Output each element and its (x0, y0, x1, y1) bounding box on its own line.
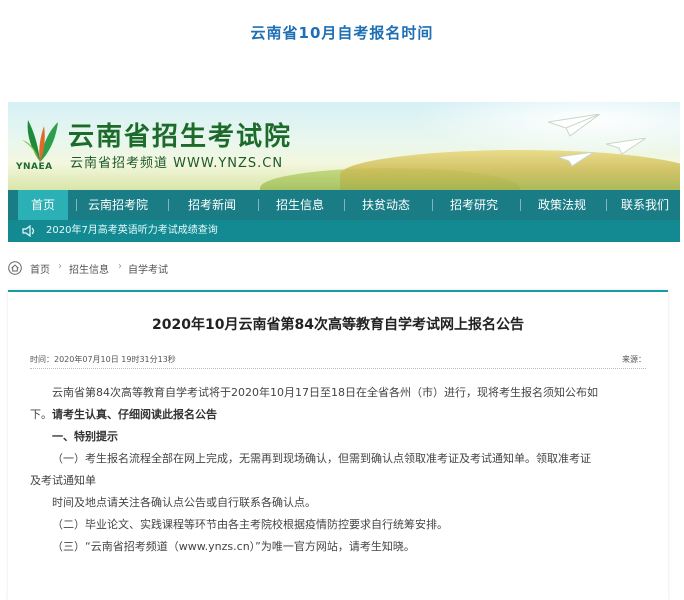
post-body: 云南省第84次高等教育自学考试将于2020年10月17日至18日在全省各州（市）… (30, 382, 640, 558)
breadcrumb-home[interactable]: 首页 (30, 261, 50, 276)
site-screenshot: YNAEA 云南省招生考试院 云南省招考频道 WWW.YNZS.CN 首页 云南… (8, 102, 680, 600)
article-title: 云南省10月自考报名时间 (250, 24, 434, 42)
paragraph-intro-cont: 下。请考生认真、仔细阅读此报名公告 (30, 404, 640, 426)
item-1: （一）考生报名流程全部在网上完成，无需再到现场确认，但需到确认点领取准考证及考试… (52, 452, 591, 465)
nav-item-news[interactable]: 招考新闻 (176, 190, 248, 220)
paragraph-intro: 云南省第84次高等教育自学考试将于2020年10月17日至18日在全省各州（市）… (52, 386, 598, 399)
home-icon (8, 261, 22, 275)
notice-bar: 2020年7月高考英语听力考试成绩查询 (8, 220, 680, 242)
item-1-detail: 时间及地点请关注各确认点公告或自行联系各确认点。 (52, 496, 316, 509)
section-heading: 一、特别提示 (52, 430, 118, 443)
main-nav: 首页 云南招考院 招考新闻 招生信息 扶贫动态 招考研究 政策法规 联系我们 (8, 190, 680, 220)
post-source: 来源： (622, 355, 646, 364)
item-3: （三）“云南省招考频道（www.ynzs.cn）”为唯一官方网站，请考生知晓。 (52, 540, 415, 553)
nav-item-contact[interactable]: 联系我们 (612, 190, 678, 220)
post-time: 时间：2020年07月10日 19时31分13秒 (30, 355, 176, 364)
paper-plane-icon (558, 152, 594, 167)
item-1-cont: 及考试通知单 (30, 474, 96, 487)
site-subtitle: 云南省招考频道 WWW.YNZS.CN (70, 156, 284, 171)
speaker-icon (22, 225, 35, 237)
nav-item-research[interactable]: 招考研究 (438, 190, 510, 220)
breadcrumb: 首页 › 招生信息 › 自学考试 (8, 260, 308, 276)
breadcrumb-admission-info[interactable]: 招生信息 (69, 261, 109, 276)
nav-item-home[interactable]: 首页 (18, 190, 68, 220)
intro-emphasis: 请考生认真、仔细阅读此报名公告 (52, 408, 217, 421)
paper-plane-icon (606, 138, 646, 155)
nav-item-institute[interactable]: 云南招考院 (80, 190, 156, 220)
breadcrumb-self-study-exam[interactable]: 自学考试 (128, 261, 168, 276)
logo-caption: YNAEA (16, 162, 53, 172)
paper-plane-icon (548, 114, 600, 137)
site-banner: YNAEA 云南省招生考试院 云南省招考频道 WWW.YNZS.CN (8, 102, 680, 190)
nav-item-admission-info[interactable]: 招生信息 (264, 190, 336, 220)
nav-item-poverty-alleviation[interactable]: 扶贫动态 (350, 190, 422, 220)
notice-link[interactable]: 2020年7月高考英语听力考试成绩查询 (46, 220, 218, 242)
site-name[interactable]: 云南省招生考试院 (68, 116, 292, 153)
post-meta: 时间：2020年07月10日 19时31分13秒 来源： (30, 354, 646, 369)
intro-end-text: 下。 (30, 408, 52, 421)
ynaea-logo-icon (22, 120, 58, 162)
post-title: 2020年10月云南省第84次高等教育自学考试网上报名公告 (152, 317, 524, 333)
article-card: 2020年10月云南省第84次高等教育自学考试网上报名公告 时间：2020年07… (8, 290, 668, 600)
nav-item-policy[interactable]: 政策法规 (526, 190, 598, 220)
item-2: （二）毕业论文、实践课程等环节由各主考院校根据疫情防控要求自行统筹安排。 (52, 518, 448, 531)
